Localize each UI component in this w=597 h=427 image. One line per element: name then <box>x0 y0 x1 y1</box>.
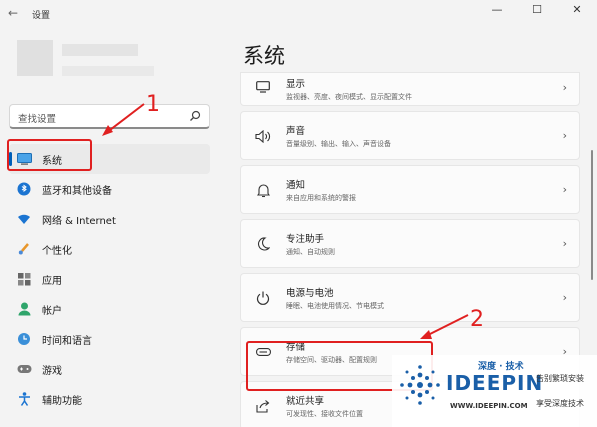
watermark-brand: IDEEPIN <box>446 371 544 395</box>
card-subtitle: 来自应用和系统的警报 <box>286 194 356 202</box>
card-subtitle: 音量级别、输出、输入、声音设备 <box>286 140 391 148</box>
search-icon[interactable] <box>189 110 201 122</box>
scrollbar[interactable] <box>591 150 593 280</box>
app-title: 设置 <box>32 11 51 21</box>
back-arrow-icon[interactable]: ← <box>8 6 18 20</box>
share-icon <box>255 398 271 414</box>
search-input[interactable]: 查找设置 <box>18 111 56 125</box>
sidebar-item-label: 辅助功能 <box>42 395 82 407</box>
sidebar-item-bluetooth[interactable]: 蓝牙和其他设备 <box>9 174 210 204</box>
sidebar-item-accounts[interactable]: 帐户 <box>9 294 210 324</box>
annotation-label-1: 1 <box>146 92 160 117</box>
bluetooth-icon <box>16 181 32 197</box>
accessibility-icon <box>16 391 32 407</box>
user-email-blurred <box>62 66 154 76</box>
card-focus-assist[interactable]: 专注助手 通知、自动规则 › <box>240 219 580 268</box>
maximize-button[interactable]: ☐ <box>517 0 557 24</box>
minimize-button[interactable]: — <box>477 0 517 24</box>
card-subtitle: 通知、自动规则 <box>286 248 335 256</box>
moon-icon <box>255 236 271 252</box>
card-title: 就近共享 <box>286 396 325 407</box>
card-title: 声音 <box>286 126 306 137</box>
globe-clock-icon <box>16 331 32 347</box>
sidebar-item-network[interactable]: 网络 & Internet <box>9 204 210 234</box>
annotation-arrow-1 <box>102 103 145 136</box>
sidebar-item-personalization[interactable]: 个性化 <box>9 234 210 264</box>
brush-icon <box>16 241 32 257</box>
card-power-battery[interactable]: 电源与电池 睡眠、电池使用情况、节电模式 › <box>240 273 580 322</box>
chevron-right-icon: › <box>562 81 567 94</box>
chevron-right-icon: › <box>562 129 567 142</box>
card-subtitle: 可发现性、接收文件位置 <box>286 410 363 418</box>
wifi-icon <box>16 211 32 227</box>
watermark-tagline-2: 享受深度技术 <box>536 399 584 408</box>
card-sound[interactable]: 声音 音量级别、输出、输入、声音设备 › <box>240 111 580 160</box>
sidebar-item-label: 游戏 <box>42 365 62 377</box>
sidebar-item-label: 蓝牙和其他设备 <box>42 185 112 197</box>
card-title: 通知 <box>286 180 306 191</box>
sidebar-item-apps[interactable]: 应用 <box>9 264 210 294</box>
sidebar-item-accessibility[interactable]: 辅助功能 <box>9 384 210 414</box>
sidebar-nav: 系统 蓝牙和其他设备 网络 & Internet 个性化 应用 帐户 时间和语言… <box>9 144 210 414</box>
bell-icon <box>255 182 271 198</box>
speaker-icon <box>255 128 271 144</box>
sidebar-item-label: 时间和语言 <box>42 335 92 347</box>
card-title: 专注助手 <box>286 234 325 245</box>
display-icon <box>255 79 271 95</box>
card-subtitle: 睡眠、电池使用情况、节电模式 <box>286 302 384 310</box>
chevron-right-icon: › <box>562 237 567 250</box>
person-icon <box>16 301 32 317</box>
card-display[interactable]: 显示 监视器、亮度、夜间模式、显示配置文件 › <box>240 72 580 106</box>
user-name-blurred <box>62 44 138 56</box>
page-title: 系统 <box>243 44 285 68</box>
watermark: 深度 · 技术 IDEEPIN WWW.IDEEPIN.COM 告别繁琐安装 享… <box>392 355 597 427</box>
sidebar-item-label: 应用 <box>42 275 62 287</box>
card-subtitle: 监视器、亮度、夜间模式、显示配置文件 <box>286 93 412 101</box>
apps-icon <box>16 271 32 287</box>
annotation-label-2: 2 <box>470 307 484 332</box>
sidebar-item-label: 个性化 <box>42 245 72 257</box>
card-notifications[interactable]: 通知 来自应用和系统的警报 › <box>240 165 580 214</box>
ideepin-logo-icon <box>400 365 440 405</box>
sidebar-item-label: 网络 & Internet <box>42 215 116 227</box>
window-controls: — ☐ ✕ <box>477 0 597 24</box>
chevron-right-icon: › <box>562 291 567 304</box>
sidebar-item-label: 帐户 <box>42 305 62 317</box>
card-title: 显示 <box>286 79 306 90</box>
power-icon <box>255 290 271 306</box>
sidebar-item-time-language[interactable]: 时间和语言 <box>9 324 210 354</box>
watermark-tagline-1: 告别繁琐安装 <box>536 374 584 383</box>
gamepad-icon <box>16 361 32 377</box>
annotation-arrow-2 <box>420 314 469 339</box>
watermark-url: WWW.IDEEPIN.COM <box>450 402 528 410</box>
annotation-box-system <box>7 139 92 171</box>
card-title: 电源与电池 <box>286 288 334 299</box>
sidebar-item-gaming[interactable]: 游戏 <box>9 354 210 384</box>
avatar[interactable] <box>17 40 53 76</box>
title-bar: ← 设置 — ☐ ✕ <box>0 0 597 28</box>
close-button[interactable]: ✕ <box>557 0 597 24</box>
chevron-right-icon: › <box>562 183 567 196</box>
